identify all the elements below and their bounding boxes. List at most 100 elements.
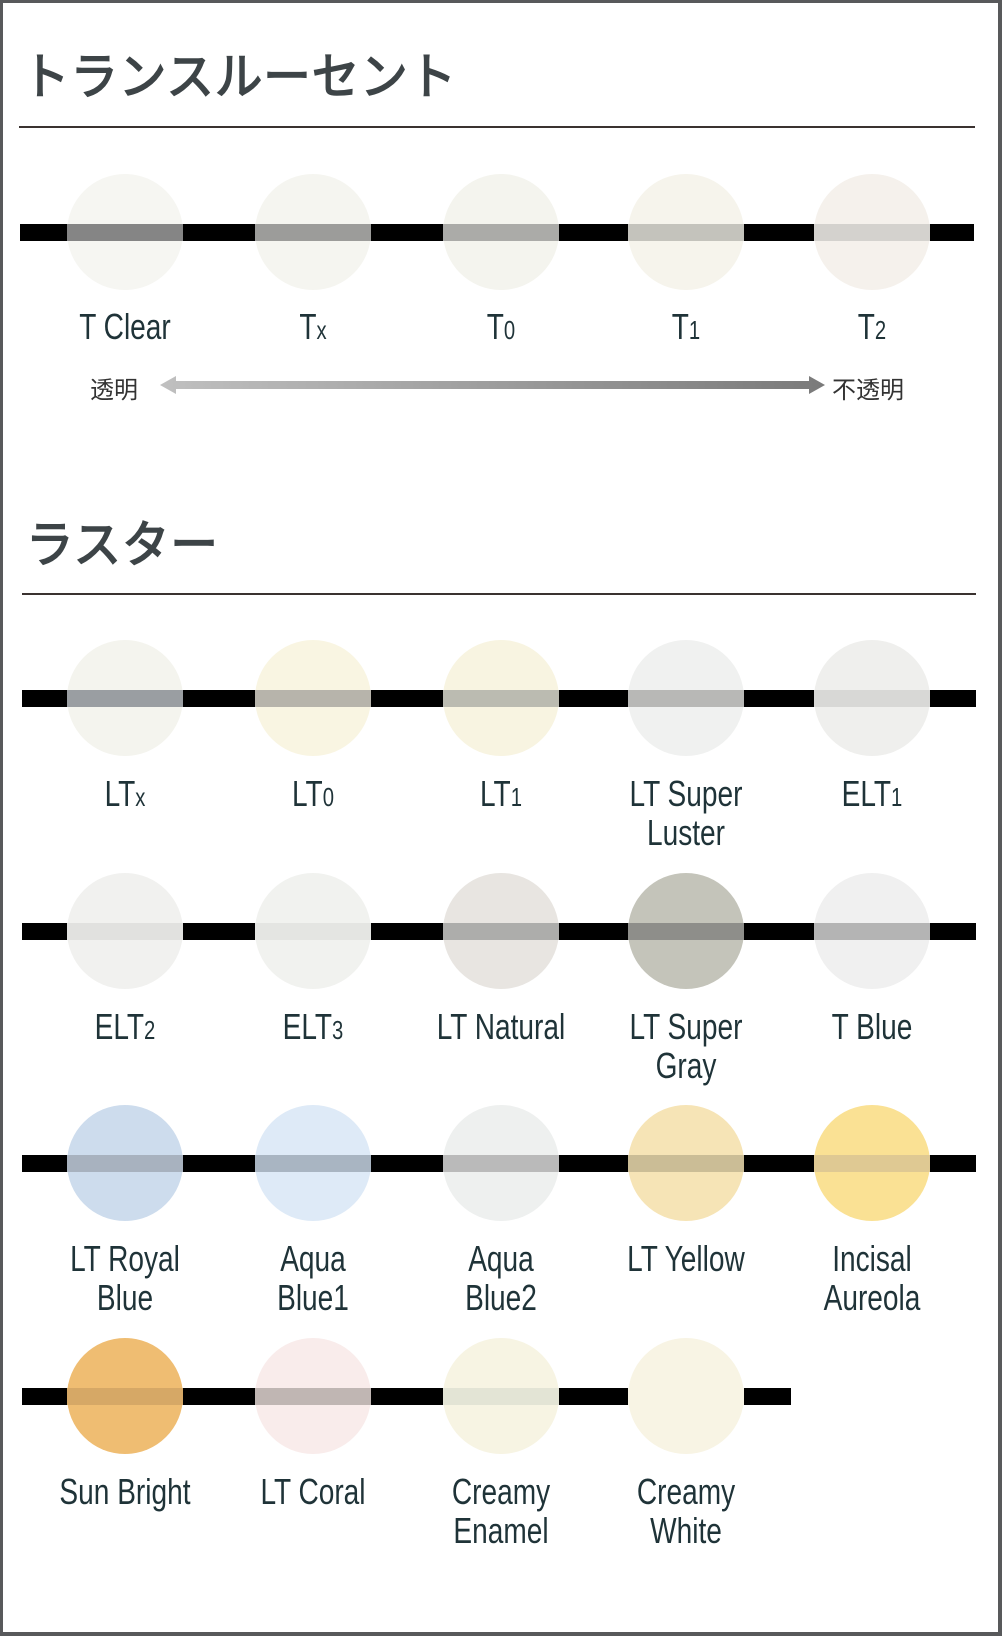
shade-subscript: 2 (874, 315, 887, 345)
shade-swatch (255, 1105, 371, 1221)
translucency-band (814, 923, 930, 940)
shade-subscript: 0 (503, 315, 516, 345)
shade-swatch (67, 1105, 183, 1221)
translucency-band (67, 923, 183, 940)
shade-name: Sun Bright (59, 1471, 191, 1512)
shade-swatch (628, 640, 744, 756)
shade-swatch (814, 640, 930, 756)
translucency-band (67, 690, 183, 707)
shade-name: Creamy White (636, 1471, 736, 1551)
shade-label: Creamy White (616, 1472, 756, 1550)
shade-name: LT Natural (436, 1006, 566, 1047)
shade-name: LT Coral (260, 1471, 366, 1512)
shade-swatch (443, 873, 559, 989)
shade-swatch (255, 640, 371, 756)
shade-name: Creamy Enamel (451, 1471, 551, 1551)
translucency-band (628, 224, 744, 241)
translucency-band (443, 690, 559, 707)
translucent-section-title: トランスルーセント (22, 48, 458, 106)
shade-swatch (814, 873, 930, 989)
scale-right-label: 不透明 (832, 376, 904, 404)
shade-name: T (671, 306, 689, 347)
shade-label: T0 (431, 307, 571, 350)
shade-label: ELT3 (243, 1007, 383, 1050)
shade-name: LT Super Gray (629, 1006, 743, 1086)
shade-swatch (67, 640, 183, 756)
shade-name: ELT (282, 1006, 333, 1047)
shade-swatch (255, 873, 371, 989)
shade-subscript: 1 (688, 315, 701, 345)
translucency-band (443, 923, 559, 940)
luster-divider (22, 593, 976, 595)
shade-name: LT (104, 773, 136, 814)
shade-swatch (628, 174, 744, 290)
shade-label: LT Royal Blue (55, 1239, 195, 1317)
shade-label: Aqua Blue1 (243, 1239, 383, 1317)
translucency-band (67, 1155, 183, 1172)
shade-swatch (443, 1105, 559, 1221)
shade-name: Aqua Blue2 (465, 1238, 537, 1318)
shade-name: T (486, 306, 504, 347)
translucency-band (814, 690, 930, 707)
translucency-band (628, 923, 744, 940)
translucency-band (255, 224, 371, 241)
translucent-divider (19, 126, 975, 128)
shade-name: Incisal Aureola (823, 1238, 921, 1318)
shade-name: LT (480, 773, 511, 814)
shade-swatch (255, 1338, 371, 1454)
translucency-band (255, 923, 371, 940)
shade-label: LT1 (431, 774, 571, 817)
shade-swatch (67, 1338, 183, 1454)
shade-label: LTx (55, 774, 195, 817)
shade-label: Creamy Enamel (431, 1472, 571, 1550)
shade-label: T2 (802, 307, 942, 350)
double-arrow-icon (160, 376, 825, 394)
shade-label: LT Super Luster (616, 774, 756, 852)
translucency-band (67, 224, 183, 241)
shade-name: T (857, 306, 875, 347)
shade-swatch (443, 640, 559, 756)
translucency-band (814, 224, 930, 241)
shade-subscript: 2 (144, 1015, 156, 1045)
shade-name: LT Yellow (627, 1238, 745, 1279)
shade-subscript: x (135, 782, 146, 812)
shade-swatch (628, 873, 744, 989)
shade-label: T Blue (802, 1007, 942, 1046)
shade-name: ELT (94, 1006, 145, 1047)
translucency-band (255, 690, 371, 707)
shade-label: Tx (243, 307, 383, 350)
shade-label: ELT1 (802, 774, 942, 817)
shade-subscript: x (316, 315, 327, 345)
shade-name: T Blue (831, 1006, 913, 1047)
shade-swatch (443, 1338, 559, 1454)
shade-swatch (67, 174, 183, 290)
shade-swatch (628, 1338, 744, 1454)
shade-name: T (299, 306, 317, 347)
shade-name: ELT (841, 773, 892, 814)
translucency-band (443, 224, 559, 241)
shade-subscript: 3 (332, 1015, 344, 1045)
shade-label: LT Super Gray (616, 1007, 756, 1085)
luster-section-title: ラスター (26, 516, 219, 574)
shade-label: T Clear (55, 307, 195, 346)
translucency-band (628, 1388, 744, 1405)
shade-name: T Clear (79, 306, 171, 347)
shade-label: LT0 (243, 774, 383, 817)
shade-subscript: 1 (891, 782, 903, 812)
translucency-band (67, 1388, 183, 1405)
translucency-scale-arrow (160, 376, 825, 394)
translucency-band (443, 1155, 559, 1172)
scale-left-label: 透明 (90, 376, 138, 404)
translucency-band (814, 1155, 930, 1172)
shade-swatch (443, 174, 559, 290)
translucency-band (255, 1388, 371, 1405)
shade-name: LT Super Luster (629, 773, 743, 853)
shade-label: Sun Bright (55, 1472, 195, 1511)
shade-label: LT Coral (243, 1472, 383, 1511)
translucency-band (255, 1155, 371, 1172)
translucency-band (628, 690, 744, 707)
translucency-band (443, 1388, 559, 1405)
translucency-band (628, 1155, 744, 1172)
shade-swatch (255, 174, 371, 290)
shade-name: Aqua Blue1 (277, 1238, 349, 1318)
